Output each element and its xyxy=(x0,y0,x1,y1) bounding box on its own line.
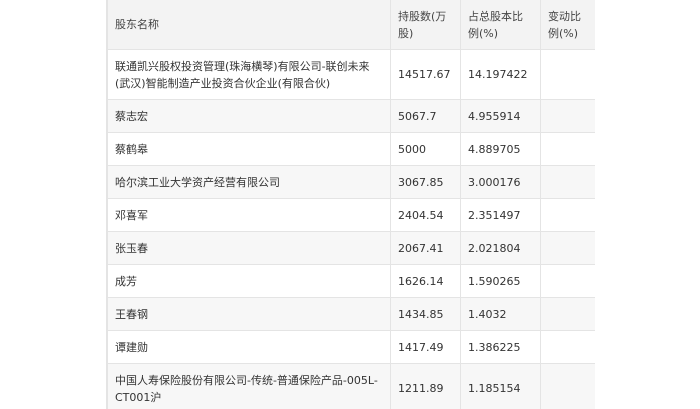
cell-shareholder-name: 联通凯兴股权投资管理(珠海横琴)有限公司-联创未来(武汉)智能制造产业投资合伙企… xyxy=(107,49,391,100)
header-share-ratio: 占总股本比例(%) xyxy=(460,0,541,50)
cell-change-ratio xyxy=(540,132,595,166)
table-row: 哈尔滨工业大学资产经营有限公司 3067.85 3.000176 xyxy=(107,165,595,199)
cell-change-ratio xyxy=(540,165,595,199)
cell-shareholder-name: 蔡志宏 xyxy=(107,99,391,133)
cell-share-ratio: 4.955914 xyxy=(460,99,541,133)
cell-share-count: 2404.54 xyxy=(390,198,461,232)
table-row: 中国人寿保险股份有限公司-传统-普通保险产品-005L-CT001沪 1211.… xyxy=(107,363,595,409)
shareholders-table-container: 股东名称 持股数(万股) 占总股本比例(%) 变动比例(%) 联通凯兴股权投资管… xyxy=(106,0,595,409)
cell-shareholder-name: 张玉春 xyxy=(107,231,391,265)
cell-shareholder-name: 谭建勋 xyxy=(107,330,391,364)
table-row: 谭建勋 1417.49 1.386225 xyxy=(107,330,595,364)
table-row: 联通凯兴股权投资管理(珠海横琴)有限公司-联创未来(武汉)智能制造产业投资合伙企… xyxy=(107,49,595,100)
table-row: 邓喜军 2404.54 2.351497 xyxy=(107,198,595,232)
header-change-ratio: 变动比例(%) xyxy=(540,0,595,50)
cell-shareholder-name: 哈尔滨工业大学资产经营有限公司 xyxy=(107,165,391,199)
table-row: 王春钢 1434.85 1.4032 xyxy=(107,297,595,331)
cell-shareholder-name: 邓喜军 xyxy=(107,198,391,232)
cell-share-count: 14517.67 xyxy=(390,49,461,100)
cell-share-ratio: 1.185154 xyxy=(460,363,541,409)
cell-share-ratio: 1.4032 xyxy=(460,297,541,331)
cell-change-ratio xyxy=(540,363,595,409)
cell-change-ratio xyxy=(540,99,595,133)
cell-change-ratio xyxy=(540,49,595,100)
cell-change-ratio xyxy=(540,264,595,298)
cell-share-ratio: 4.889705 xyxy=(460,132,541,166)
table-row: 成芳 1626.14 1.590265 xyxy=(107,264,595,298)
cell-shareholder-name: 成芳 xyxy=(107,264,391,298)
cell-share-ratio: 3.000176 xyxy=(460,165,541,199)
shareholders-table: 股东名称 持股数(万股) 占总股本比例(%) 变动比例(%) 联通凯兴股权投资管… xyxy=(107,0,595,409)
cell-change-ratio xyxy=(540,198,595,232)
table-row: 蔡鹤皋 5000 4.889705 xyxy=(107,132,595,166)
cell-share-ratio: 1.386225 xyxy=(460,330,541,364)
cell-share-count: 1211.89 xyxy=(390,363,461,409)
cell-change-ratio xyxy=(540,330,595,364)
cell-change-ratio xyxy=(540,297,595,331)
cell-share-count: 1434.85 xyxy=(390,297,461,331)
cell-share-count: 5000 xyxy=(390,132,461,166)
cell-change-ratio xyxy=(540,231,595,265)
cell-shareholder-name: 王春钢 xyxy=(107,297,391,331)
cell-share-ratio: 2.351497 xyxy=(460,198,541,232)
cell-share-ratio: 2.021804 xyxy=(460,231,541,265)
cell-share-count: 3067.85 xyxy=(390,165,461,199)
header-share-count: 持股数(万股) xyxy=(390,0,461,50)
table-row: 张玉春 2067.41 2.021804 xyxy=(107,231,595,265)
table-row: 蔡志宏 5067.7 4.955914 xyxy=(107,99,595,133)
cell-share-count: 5067.7 xyxy=(390,99,461,133)
cell-share-count: 1626.14 xyxy=(390,264,461,298)
cell-share-ratio: 1.590265 xyxy=(460,264,541,298)
cell-shareholder-name: 中国人寿保险股份有限公司-传统-普通保险产品-005L-CT001沪 xyxy=(107,363,391,409)
cell-share-count: 1417.49 xyxy=(390,330,461,364)
table-header-row: 股东名称 持股数(万股) 占总股本比例(%) 变动比例(%) xyxy=(107,0,595,50)
header-shareholder-name: 股东名称 xyxy=(107,0,391,50)
cell-shareholder-name: 蔡鹤皋 xyxy=(107,132,391,166)
cell-share-count: 2067.41 xyxy=(390,231,461,265)
cell-share-ratio: 14.197422 xyxy=(460,49,541,100)
